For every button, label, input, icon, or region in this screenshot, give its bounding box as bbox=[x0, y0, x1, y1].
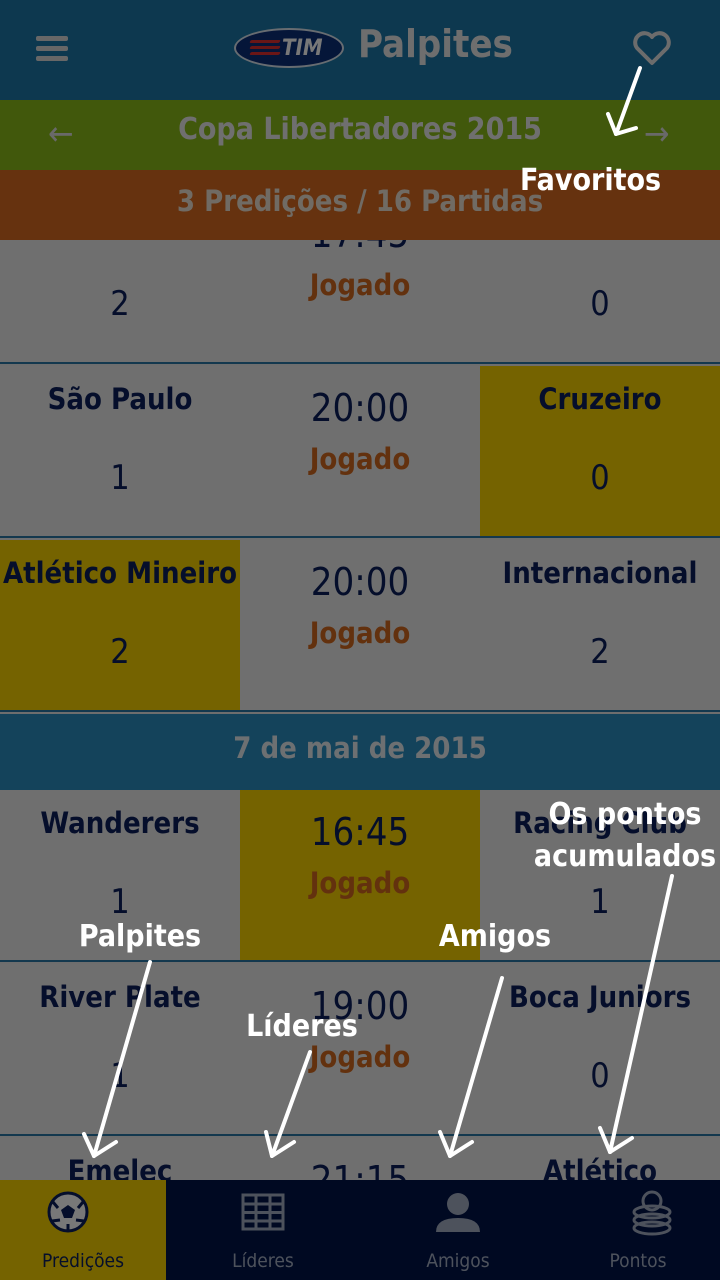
tab-lideres[interactable]: Líderes bbox=[166, 1180, 360, 1280]
logo-text: TIM bbox=[282, 36, 323, 61]
away-team: Atlético Nacional bbox=[542, 1154, 658, 1180]
soccer-ball-icon bbox=[47, 1191, 89, 1233]
match-time: 20:00 bbox=[310, 560, 410, 604]
tab-pontos[interactable]: Pontos bbox=[556, 1180, 720, 1280]
match-row[interactable]: Emelec 21:15 Atlético Nacional bbox=[0, 1138, 720, 1180]
match-status: Jogado bbox=[309, 616, 411, 650]
match-status: Jogado bbox=[309, 866, 411, 900]
match-row[interactable]: Atlético Mineiro 2 20:00 Jogado Internac… bbox=[0, 540, 720, 712]
match-status: Jogado bbox=[309, 442, 411, 476]
heart-icon[interactable] bbox=[632, 30, 672, 66]
tab-label: Amigos bbox=[426, 1250, 490, 1272]
annotation-pontos-line1: Os pontos bbox=[548, 797, 702, 832]
app-title: Palpites bbox=[358, 22, 513, 66]
date-header: 7 de mai de 2015 bbox=[0, 714, 720, 790]
tab-label: Líderes bbox=[232, 1250, 294, 1272]
tab-label: Predições bbox=[42, 1250, 124, 1272]
competition-name: Copa Libertadores 2015 bbox=[178, 112, 542, 147]
away-score: 0 bbox=[590, 1056, 610, 1096]
match-time: 21:15 bbox=[310, 1158, 410, 1180]
home-score: 1 bbox=[110, 458, 130, 498]
match-status: Jogado bbox=[309, 268, 411, 302]
tim-logo: TIM bbox=[234, 28, 344, 68]
table-grid-icon bbox=[241, 1193, 285, 1231]
annotation-pontos: Os pontos acumulados bbox=[530, 794, 720, 878]
annotation-pontos-line2: acumulados bbox=[533, 839, 717, 874]
home-team: Atlético Mineiro bbox=[2, 556, 238, 590]
match-row[interactable]: São Paulo 1 20:00 Jogado Cruzeiro 0 bbox=[0, 366, 720, 538]
away-score: 0 bbox=[590, 458, 610, 498]
home-team: Wanderers bbox=[40, 806, 200, 840]
annotation-palpites: Palpites bbox=[78, 919, 202, 954]
match-time: 16:45 bbox=[310, 810, 410, 854]
picked-cell[interactable]: Atlético Mineiro 2 bbox=[0, 540, 240, 710]
annotation-favoritos: Favoritos bbox=[520, 163, 662, 198]
match-time: 20:00 bbox=[310, 386, 410, 430]
tab-amigos[interactable]: Amigos bbox=[360, 1180, 556, 1280]
away-team: Internacional bbox=[502, 556, 698, 590]
tab-predicoes[interactable]: Predições bbox=[0, 1180, 166, 1280]
home-score: 1 bbox=[110, 1056, 130, 1096]
home-team: Emelec bbox=[67, 1154, 173, 1180]
home-score: 2 bbox=[110, 284, 130, 324]
match-row[interactable]: 2 17:45 Jogado 0 bbox=[0, 240, 720, 364]
home-team: São Paulo bbox=[47, 382, 193, 416]
hamburger-menu-icon[interactable] bbox=[36, 36, 68, 62]
match-time: 17:45 bbox=[240, 240, 480, 256]
away-team: Cruzeiro bbox=[538, 382, 662, 416]
arrow-right-icon[interactable]: → bbox=[644, 114, 670, 154]
away-score: 2 bbox=[590, 632, 610, 672]
annotation-amigos: Amigos bbox=[438, 919, 552, 954]
away-team: Boca Juniors bbox=[508, 980, 692, 1014]
annotation-lideres: Líderes bbox=[246, 1009, 358, 1044]
person-icon bbox=[436, 1193, 480, 1232]
picked-cell[interactable]: Cruzeiro 0 bbox=[480, 366, 720, 536]
home-score: 2 bbox=[110, 632, 130, 672]
away-score: 0 bbox=[590, 284, 610, 324]
coins-icon bbox=[632, 1190, 672, 1236]
bottom-tab-bar: Predições Líderes Amigos Pontos bbox=[0, 1180, 720, 1280]
home-team: River Plate bbox=[39, 980, 201, 1014]
match-row[interactable]: River Plate 1 19:00 Jogado Boca Juniors … bbox=[0, 964, 720, 1136]
app-header: TIM Palpites bbox=[0, 0, 720, 100]
tab-label: Pontos bbox=[609, 1250, 667, 1272]
